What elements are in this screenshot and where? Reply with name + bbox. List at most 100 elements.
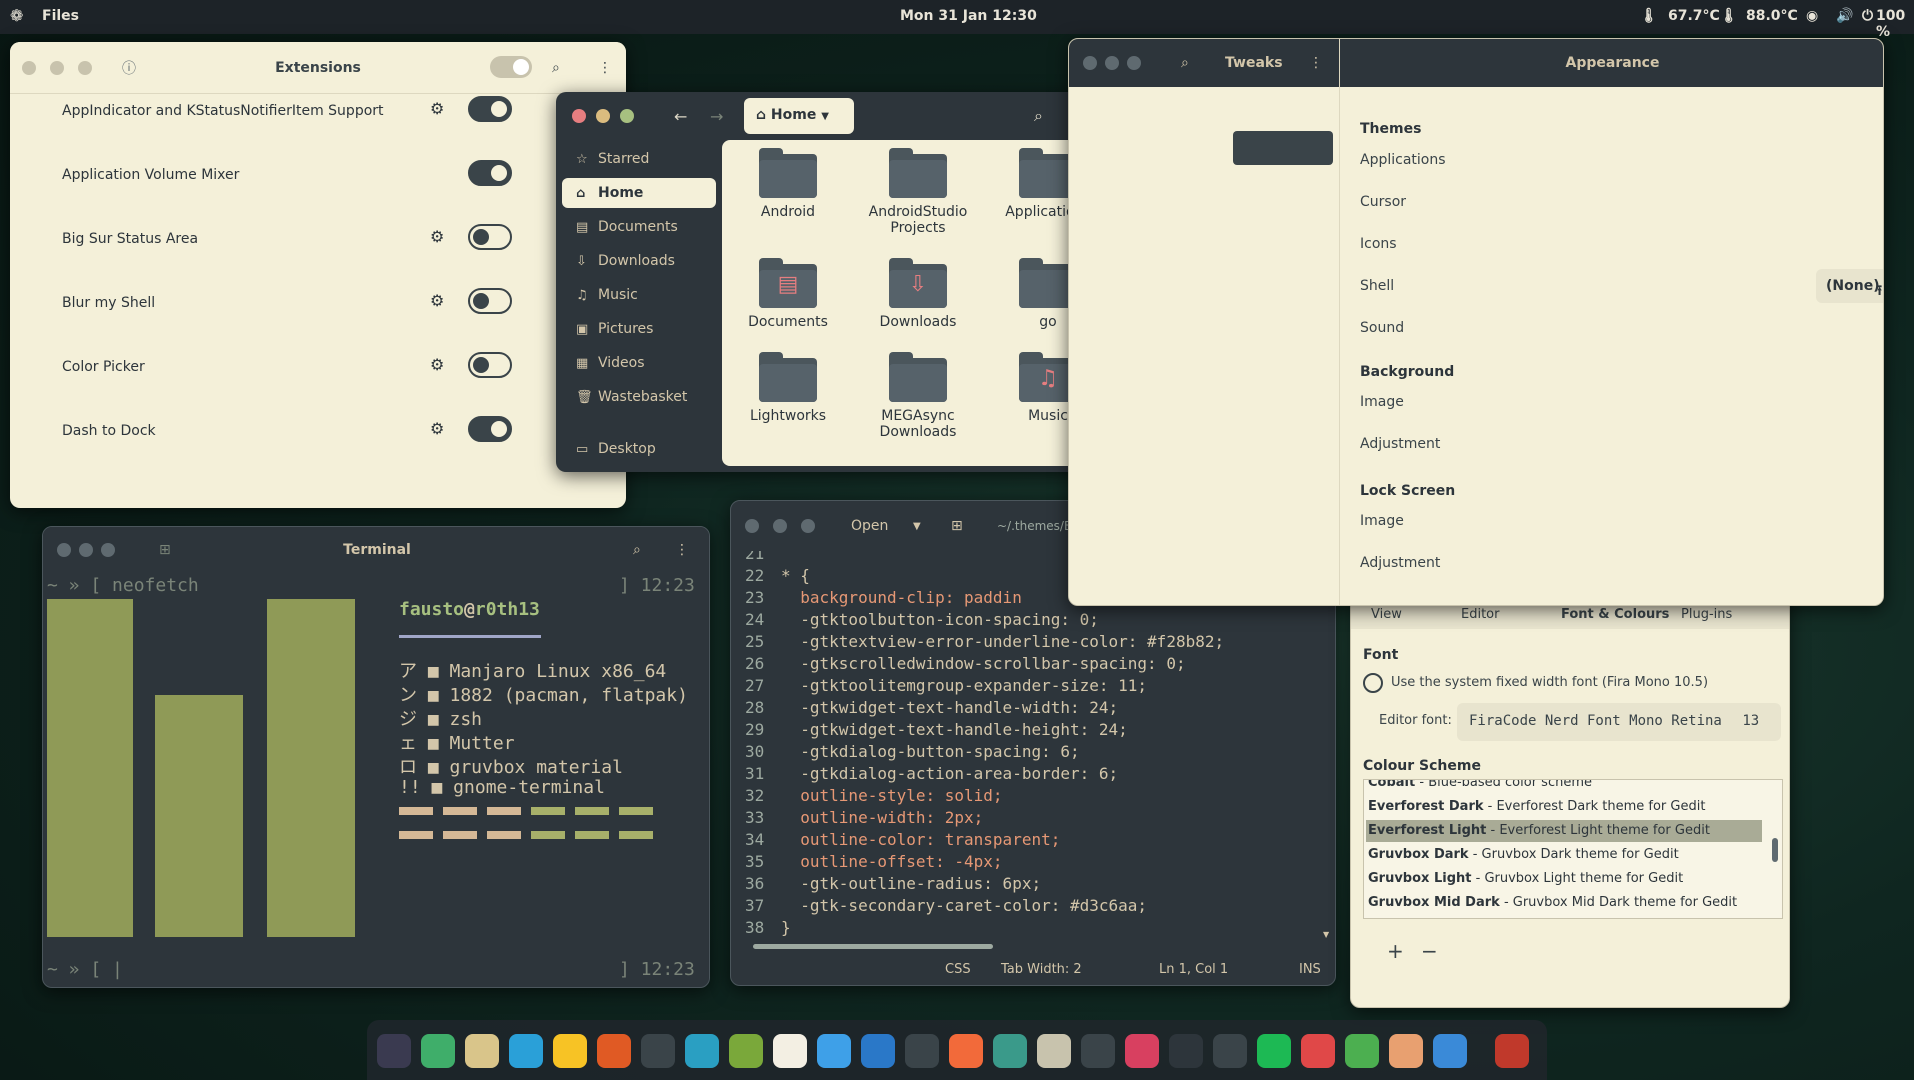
horizontal-scrollbar[interactable] bbox=[737, 941, 1313, 951]
add-scheme-button[interactable]: + bbox=[1387, 939, 1404, 963]
back-icon[interactable]: ← bbox=[674, 107, 687, 126]
menu-icon[interactable]: ⋮ bbox=[1309, 55, 1323, 71]
firefox-icon[interactable] bbox=[597, 1034, 631, 1068]
settings-icon[interactable]: ⚙ bbox=[430, 291, 444, 310]
folder-item[interactable]: ⇩ Downloads bbox=[858, 258, 978, 330]
spotify-icon[interactable] bbox=[1257, 1034, 1291, 1068]
scheme-item[interactable]: Gruvbox Mid Dark - Gruvbox Mid Dark them… bbox=[1366, 892, 1762, 914]
sidebar-item-wastebasket[interactable]: 🗑 Wastebasket bbox=[562, 382, 716, 412]
scheme-item[interactable]: Everforest Light - Everforest Light them… bbox=[1366, 820, 1762, 842]
maximize-button[interactable] bbox=[1127, 56, 1141, 70]
settings-icon[interactable] bbox=[1433, 1034, 1467, 1068]
sidebar-item-appearance[interactable] bbox=[1233, 131, 1333, 165]
extensions-icon[interactable] bbox=[1345, 1034, 1379, 1068]
folder-item[interactable]: AndroidStudio Projects bbox=[858, 148, 978, 236]
folder-item[interactable]: Lightworks bbox=[728, 352, 848, 424]
scheme-item[interactable]: Kate - Color scheme used in the Kate tex… bbox=[1366, 916, 1762, 918]
open-button[interactable]: Open bbox=[851, 518, 888, 534]
gimp-icon[interactable] bbox=[1037, 1034, 1071, 1068]
code-area[interactable]: 21 22 * {23 background-clip: paddin 24 -gtk… bbox=[731, 551, 1319, 941]
tweaks-icon[interactable] bbox=[1389, 1034, 1423, 1068]
extension-toggle[interactable] bbox=[468, 288, 512, 314]
minimize-button[interactable] bbox=[596, 109, 610, 123]
screenshot-icon[interactable] bbox=[993, 1034, 1027, 1068]
tab-editor[interactable]: Editor bbox=[1461, 607, 1499, 622]
global-extensions-toggle[interactable] bbox=[490, 56, 532, 78]
chevron-down-icon[interactable]: ▼ bbox=[913, 521, 921, 532]
audio-icon[interactable] bbox=[1301, 1034, 1335, 1068]
budgie-icon[interactable] bbox=[377, 1034, 411, 1068]
settings-icon[interactable]: ⚙ bbox=[430, 419, 444, 438]
folder-item[interactable]: MEGAsync Downloads bbox=[858, 352, 978, 440]
android-studio-icon[interactable] bbox=[421, 1034, 455, 1068]
prompt-line[interactable]: ~ » [ | bbox=[47, 959, 123, 980]
scheme-item[interactable]: Gruvbox Dark - Gruvbox Dark theme for Ge… bbox=[1366, 844, 1762, 866]
sidebar-item-documents[interactable]: ▤ Documents bbox=[562, 212, 716, 242]
search-icon[interactable]: ⌕ bbox=[633, 542, 641, 558]
sidebar-item-videos[interactable]: ▦ Videos bbox=[562, 348, 716, 378]
sidebar-item-desktop[interactable]: ▭ Desktop bbox=[562, 434, 716, 464]
search-icon[interactable]: ⌕ bbox=[552, 60, 560, 76]
folder-item[interactable]: Android bbox=[728, 148, 848, 220]
cursor-position[interactable]: Ln 1, Col 1 bbox=[1159, 962, 1228, 977]
terminal-icon[interactable] bbox=[641, 1034, 675, 1068]
text-editor-icon[interactable] bbox=[773, 1034, 807, 1068]
sidebar-item-starred[interactable]: ☆ Starred bbox=[562, 144, 716, 174]
maximize-button[interactable] bbox=[801, 519, 815, 533]
remote-desktop-icon[interactable] bbox=[685, 1034, 719, 1068]
screenshot-tool-icon[interactable] bbox=[1213, 1034, 1247, 1068]
new-document-icon[interactable]: ⊞ bbox=[951, 518, 963, 534]
photos-icon[interactable] bbox=[861, 1034, 895, 1068]
tab-plug-ins[interactable]: Plug-ins bbox=[1681, 607, 1732, 622]
colour-scheme-list[interactable]: Cobalt - Blue-based color scheme Everfore… bbox=[1363, 779, 1783, 919]
extension-toggle[interactable] bbox=[468, 416, 512, 442]
settings-icon[interactable]: ⚙ bbox=[430, 99, 444, 118]
language-selector[interactable]: CSS bbox=[945, 962, 971, 977]
wifi-icon[interactable]: ◉ bbox=[1806, 8, 1818, 24]
power-icon[interactable]: ⏻ bbox=[1862, 8, 1873, 24]
minimize-button[interactable] bbox=[773, 519, 787, 533]
settings-icon[interactable]: ⚙ bbox=[430, 227, 444, 246]
tab-width-selector[interactable]: Tab Width: 2 bbox=[1001, 962, 1082, 977]
libreoffice-icon[interactable] bbox=[553, 1034, 587, 1068]
image-viewer-icon[interactable] bbox=[949, 1034, 983, 1068]
close-button[interactable] bbox=[745, 519, 759, 533]
scheme-item[interactable]: Gruvbox Light - Gruvbox Light theme for … bbox=[1366, 868, 1762, 890]
clock[interactable]: Mon 31 Jan 12:30 bbox=[900, 8, 1037, 24]
folder-item[interactable]: ▤ Documents bbox=[728, 258, 848, 330]
settings-icon[interactable]: ⚙ bbox=[430, 355, 444, 374]
system-font-radio[interactable] bbox=[1363, 673, 1383, 693]
activities-icon[interactable]: ❁ bbox=[10, 6, 23, 25]
close-button[interactable] bbox=[1083, 56, 1097, 70]
minimize-button[interactable] bbox=[1105, 56, 1119, 70]
sidebar-item-pictures[interactable]: ▣ Pictures bbox=[562, 314, 716, 344]
ghost-icon[interactable] bbox=[1081, 1034, 1115, 1068]
extension-toggle[interactable] bbox=[468, 160, 512, 186]
telegram-icon[interactable] bbox=[509, 1034, 543, 1068]
maximize-button[interactable] bbox=[620, 109, 634, 123]
search-icon[interactable]: ⌕ bbox=[1181, 55, 1189, 71]
figma-icon[interactable] bbox=[1125, 1034, 1159, 1068]
editor-font-button[interactable]: FiraCode Nerd Font Mono Retina 13 bbox=[1457, 703, 1781, 741]
scheme-item[interactable]: Cobalt - Blue-based color scheme bbox=[1366, 780, 1762, 794]
shell-reset-button[interactable]: (None) ⭱ bbox=[1816, 269, 1883, 303]
extension-toggle[interactable] bbox=[468, 352, 512, 378]
forward-icon[interactable]: → bbox=[710, 107, 723, 126]
vertical-scrollbar[interactable]: ▼ bbox=[1323, 551, 1335, 941]
extension-toggle[interactable] bbox=[468, 224, 512, 250]
sidebar-item-music[interactable]: ♫ Music bbox=[562, 280, 716, 310]
app-menu[interactable]: Files bbox=[42, 8, 79, 24]
scheme-item[interactable]: Everforest Dark - Everforest Dark theme … bbox=[1366, 796, 1762, 818]
trash-icon[interactable] bbox=[1495, 1034, 1529, 1068]
tab-view[interactable]: View bbox=[1371, 607, 1402, 622]
search-icon[interactable]: ⌕ bbox=[1034, 106, 1043, 126]
volume-icon[interactable]: 🔊 bbox=[1836, 8, 1853, 24]
keyboard-icon[interactable] bbox=[905, 1034, 939, 1068]
files-icon[interactable] bbox=[465, 1034, 499, 1068]
sidebar-item-downloads[interactable]: ⇩ Downloads bbox=[562, 246, 716, 276]
menu-icon[interactable]: ⋮ bbox=[598, 60, 612, 76]
scheme-scrollbar[interactable] bbox=[1772, 838, 1778, 862]
extension-toggle[interactable] bbox=[468, 96, 512, 122]
sidebar-item-home[interactable]: ⌂ Home bbox=[562, 178, 716, 208]
tab-font-colours[interactable]: Font & Colours bbox=[1561, 607, 1669, 622]
